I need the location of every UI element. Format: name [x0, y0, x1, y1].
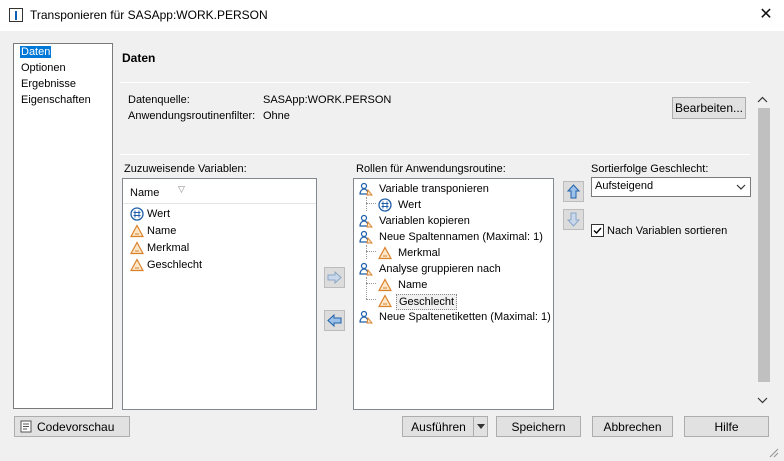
tree-line [366, 277, 367, 299]
role-node[interactable]: Neue Spaltennamen (Maximal: 1) [359, 230, 549, 246]
tree-line [366, 203, 376, 204]
remove-from-role-button[interactable] [324, 310, 345, 331]
role-node[interactable]: Variable transponieren [359, 182, 549, 198]
code-preview-label: Codevorschau [37, 420, 115, 434]
edit-button[interactable]: Bearbeiten... [672, 97, 746, 119]
divider [120, 82, 750, 83]
role-label: Analyse gruppieren nach [379, 263, 501, 275]
section-heading: Daten [122, 51, 156, 65]
role-icon [359, 310, 373, 324]
run-dropdown-button[interactable] [473, 416, 488, 437]
character-icon [130, 241, 144, 255]
scroll-down-icon[interactable] [757, 396, 768, 404]
title-bar: Transponieren für SASApp:WORK.PERSON ✕ [0, 0, 784, 31]
numeric-icon [378, 198, 392, 212]
datasource-value: SASApp:WORK.PERSON [263, 94, 392, 106]
close-button[interactable]: ✕ [752, 4, 780, 26]
variables-label: Zuzuweisende Variablen: [124, 163, 247, 175]
sort-indicator-icon: ▽ [178, 184, 185, 194]
sort-checkbox-label[interactable]: Nach Variablen sortieren [607, 225, 727, 237]
tree-line [366, 197, 367, 211]
role-icon [359, 262, 373, 276]
scroll-up-icon[interactable] [757, 96, 768, 104]
app-icon [9, 8, 23, 22]
sort-checkbox[interactable] [591, 224, 604, 237]
add-to-role-button[interactable] [324, 267, 345, 288]
character-icon [130, 224, 144, 238]
nav-item-optionen[interactable]: Optionen [20, 62, 67, 74]
role-icon [359, 214, 373, 228]
arrow-down-icon [566, 212, 581, 227]
role-variable-name: Name [398, 279, 428, 291]
role-label: Neue Spaltennamen (Maximal: 1) [379, 231, 543, 243]
role-node[interactable]: Neue Spaltenetiketten (Maximal: 1) [359, 310, 551, 326]
numeric-icon [130, 207, 144, 221]
list-item[interactable]: Merkmal [130, 241, 310, 257]
move-down-button[interactable] [563, 209, 584, 230]
variable-name: Wert [147, 208, 171, 220]
character-icon [378, 278, 392, 292]
role-variable-name: Merkmal [398, 247, 441, 259]
window-title: Transponieren für SASApp:WORK.PERSON [30, 8, 268, 22]
role-variable[interactable]: Name [378, 278, 538, 294]
filter-value: Ohne [263, 110, 290, 122]
roles-label: Rollen für Anwendungsroutine: [356, 163, 506, 175]
tree-line [366, 299, 376, 300]
list-item[interactable]: Name [130, 224, 310, 240]
code-preview-button[interactable]: Codevorschau [14, 416, 130, 437]
variables-list[interactable]: Name ▽ Wert Name Merkmal Geschlecht [122, 178, 317, 410]
dropdown-arrow-icon [477, 424, 485, 429]
roles-tree[interactable]: Variable transponieren Wert Variablen ko… [353, 178, 554, 410]
sort-order-value: Aufsteigend [595, 180, 654, 192]
header-divider [123, 203, 316, 204]
role-node[interactable]: Variablen kopieren [359, 214, 549, 230]
datasource-label: Datenquelle: [128, 94, 190, 106]
character-icon [130, 258, 144, 272]
role-label: Variable transponieren [379, 183, 489, 195]
divider [120, 154, 750, 155]
role-icon [359, 230, 373, 244]
role-icon [359, 182, 373, 196]
navigation-list: Daten Optionen Ergebnisse Eigenschaften [13, 43, 113, 409]
nav-item-ergebnisse[interactable]: Ergebnisse [20, 78, 77, 90]
tree-line [366, 251, 376, 252]
resize-grip-icon[interactable] [766, 445, 780, 459]
nav-item-daten[interactable]: Daten [20, 46, 52, 58]
character-icon [378, 246, 392, 260]
role-variable-name: Geschlecht [396, 294, 458, 310]
variable-name: Geschlecht [147, 259, 203, 271]
move-up-button[interactable] [563, 181, 584, 202]
role-variable[interactable]: Wert [378, 198, 538, 214]
nav-item-eigenschaften[interactable]: Eigenschaften [20, 94, 92, 106]
role-label: Variablen kopieren [379, 215, 470, 227]
code-preview-icon [20, 420, 32, 433]
cancel-button[interactable]: Abbrechen [592, 416, 673, 437]
role-variable[interactable]: Geschlecht [378, 294, 538, 310]
tree-line [366, 245, 367, 259]
chevron-down-icon [736, 184, 746, 190]
character-icon [378, 294, 392, 308]
variable-name: Merkmal [147, 242, 190, 254]
save-button[interactable]: Speichern [496, 416, 581, 437]
tree-line [366, 283, 376, 284]
list-item[interactable]: Wert [130, 207, 310, 223]
arrow-left-icon [327, 313, 342, 328]
run-button[interactable]: Ausführen [402, 416, 475, 437]
role-label: Neue Spaltenetiketten (Maximal: 1) [379, 311, 551, 323]
sort-order-select[interactable]: Aufsteigend [591, 177, 751, 197]
filter-label: Anwendungsroutinenfilter: [128, 110, 256, 122]
variable-name: Name [147, 225, 177, 237]
role-variable[interactable]: Merkmal [378, 246, 538, 262]
role-node[interactable]: Analyse gruppieren nach [359, 262, 549, 278]
help-button[interactable]: Hilfe [684, 416, 769, 437]
arrow-right-icon [327, 270, 342, 285]
sort-order-label: Sortierfolge Geschlecht: [591, 163, 709, 175]
checkmark-icon [593, 227, 602, 235]
role-variable-name: Wert [398, 199, 422, 211]
arrow-up-icon [566, 184, 581, 199]
list-item[interactable]: Geschlecht [130, 258, 310, 274]
column-header-name[interactable]: Name [130, 187, 159, 199]
scrollbar-thumb[interactable] [758, 108, 770, 382]
